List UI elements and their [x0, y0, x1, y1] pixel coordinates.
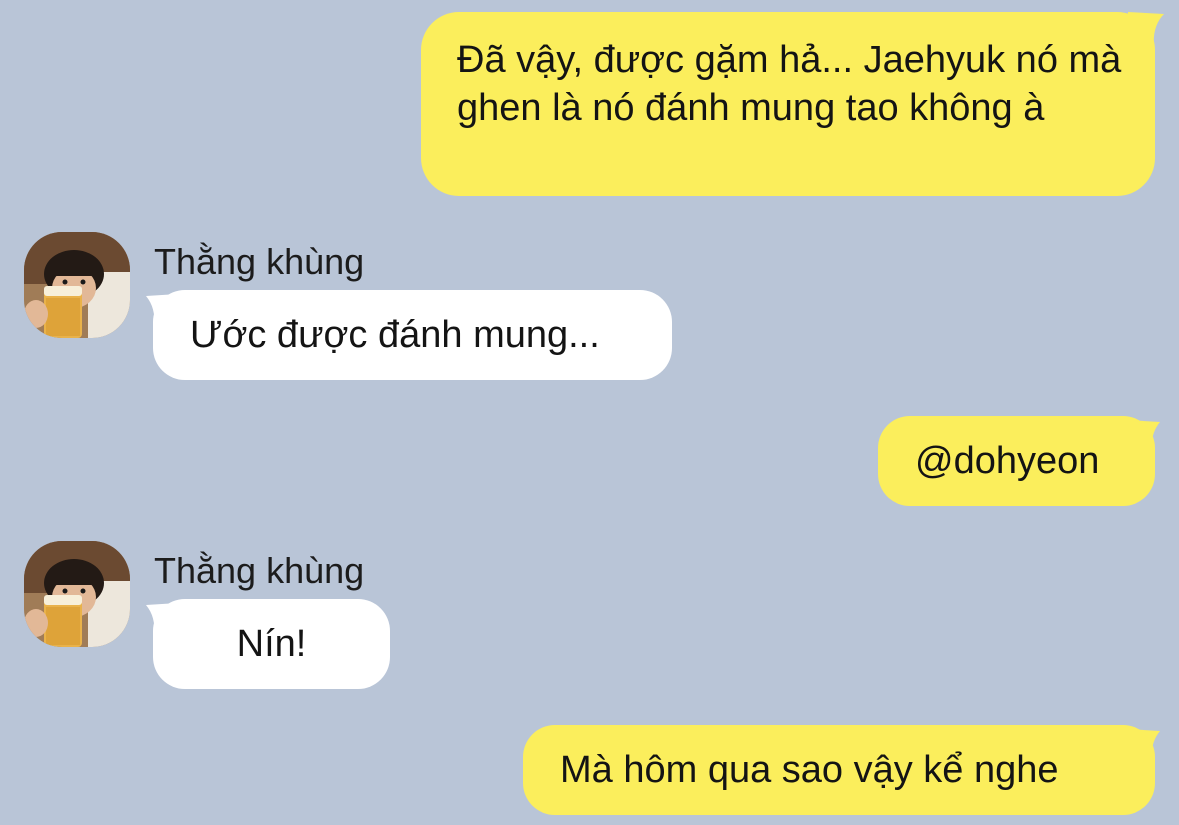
message-text: Nín!	[236, 623, 307, 665]
received-bubble-tail	[146, 603, 178, 635]
sent-bubble-tail	[1128, 12, 1164, 48]
message-text: @dohyeon	[915, 440, 1100, 482]
message-text: Đã vậy, được gặm hả... Jaehyuk nó mà ghe…	[457, 39, 1122, 129]
received-message-bubble[interactable]: Nín!	[153, 599, 390, 689]
sent-bubble-tail	[1128, 420, 1160, 452]
sender-name: Thằng khùng	[154, 241, 365, 282]
avatar-photo-icon	[24, 541, 130, 647]
avatar[interactable]	[24, 232, 130, 338]
sent-bubble-tail	[1128, 729, 1160, 761]
sent-message-bubble[interactable]: @dohyeon	[878, 416, 1155, 506]
message-text: Mà hôm qua sao vậy kể nghe	[560, 749, 1059, 791]
sender-name: Thằng khùng	[154, 550, 365, 591]
chat-screen: { "colors": { "background": "#b9c5d7", "…	[0, 0, 1179, 825]
message-text: Ước được đánh mung...	[190, 314, 600, 356]
avatar-photo-icon	[24, 232, 130, 338]
received-message-bubble[interactable]: Ước được đánh mung...	[153, 290, 672, 380]
received-bubble-tail	[146, 294, 178, 326]
sent-message-bubble[interactable]: Mà hôm qua sao vậy kể nghe	[523, 725, 1155, 815]
avatar[interactable]	[24, 541, 130, 647]
sent-message-bubble[interactable]: Đã vậy, được gặm hả... Jaehyuk nó mà ghe…	[421, 12, 1155, 196]
